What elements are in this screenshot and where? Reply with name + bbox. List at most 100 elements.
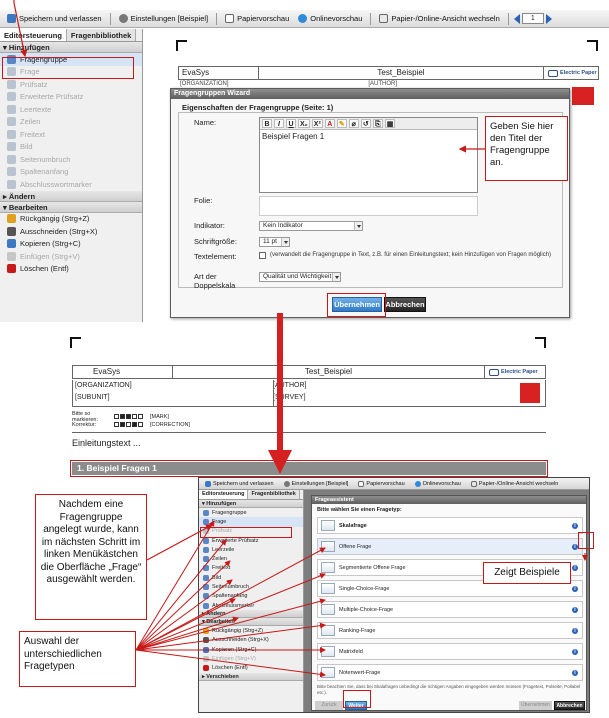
cancel-button[interactable]: Abbrechen xyxy=(384,297,426,312)
section-move-header[interactable]: ▸ Verschieben xyxy=(199,672,303,681)
sidebar-item-delete[interactable]: Löschen (Entf) xyxy=(199,663,303,672)
info-icon[interactable]: i xyxy=(572,523,578,529)
sidebar-item-copy[interactable]: Kopieren (Strg+C) xyxy=(0,238,142,251)
sidebar-item-blank-line[interactable]: Leerzeile xyxy=(199,545,303,554)
callout-examples: Zeigt Beispiele xyxy=(483,562,571,584)
page-select[interactable]: 1 xyxy=(521,13,544,24)
sidebar-item-question[interactable]: Frage xyxy=(199,517,303,527)
page-corner-top-right xyxy=(535,337,546,348)
copy-icon xyxy=(7,239,16,249)
toolbar-separator xyxy=(370,12,372,25)
section-change-header[interactable]: ▸ Ändern xyxy=(0,190,142,202)
sidebar-item-image[interactable]: Bild xyxy=(0,141,142,154)
open-question-icon xyxy=(321,541,335,552)
page-break-icon xyxy=(203,584,209,591)
indicator-select[interactable]: Kein Indikator xyxy=(259,221,363,231)
section-add-header[interactable]: ▾ Hinzufügen xyxy=(0,42,142,53)
toolbar-separator xyxy=(109,12,111,25)
section-edit-header[interactable]: ▾ Bearbeiten xyxy=(199,618,303,627)
sidebar-item-cut[interactable]: Ausschneiden (Strg+X) xyxy=(0,225,142,238)
undo-format-button[interactable]: ↺ xyxy=(360,119,371,128)
sidebar-item-delete[interactable]: Löschen (Entf) xyxy=(0,263,142,276)
folie-input[interactable] xyxy=(259,196,478,216)
info-icon[interactable]: i xyxy=(572,628,578,634)
info-icon[interactable]: i xyxy=(572,649,578,655)
cancel-button[interactable]: Abbrechen xyxy=(554,701,585,710)
question-type-open[interactable]: Offene Frage i xyxy=(317,538,583,555)
question-type-matrix[interactable]: Matrixfeld i xyxy=(317,643,583,660)
question-type-ranking[interactable]: Ranking-Frage i xyxy=(317,622,583,639)
sidebar-item-page-break[interactable]: Seitenumbruch xyxy=(0,153,142,166)
sidebar-item-blank-text[interactable]: Leertexte xyxy=(0,103,142,116)
sidebar-item-undo[interactable]: Rückgängig (Strg+Z) xyxy=(0,213,142,226)
sidebar-item-free-text[interactable]: Freitext xyxy=(199,564,303,573)
name-editor[interactable]: B I U X₂ X² A ✎ ⌀ ↺ ⎘ ▦ Beispiel Fragen … xyxy=(259,117,478,193)
sidebar-item-lines[interactable]: Zeilen xyxy=(0,116,142,129)
preview-organization: [ORGANIZATION] xyxy=(75,382,132,389)
settings-button[interactable]: Einstellungen [Beispiel] xyxy=(281,479,352,489)
highlight-button[interactable]: ✎ xyxy=(336,119,347,128)
sidebar-item-column-start[interactable]: Spaltenanfang xyxy=(0,166,142,179)
sidebar-item-end-marker[interactable]: Abschlussmarker xyxy=(199,601,303,610)
switch-view-button[interactable]: Papier-/Online-Ansicht wechseln xyxy=(468,479,561,489)
apply-button[interactable]: Übernehmen xyxy=(519,701,552,710)
sidebar-item-check[interactable]: Prüfsatz xyxy=(0,78,142,91)
previous-page-icon[interactable] xyxy=(513,13,520,24)
text-element-checkbox[interactable] xyxy=(259,252,266,259)
section-edit-header[interactable]: ▾ Bearbeiten xyxy=(0,201,142,213)
document-icon xyxy=(358,480,365,487)
superscript-button[interactable]: X² xyxy=(311,119,323,128)
correction-row: Korrektur: [CORRECTION] xyxy=(72,422,191,428)
sidebar-item-column-start[interactable]: Spaltenanfang xyxy=(199,592,303,601)
font-size-select[interactable]: 11 pt xyxy=(259,237,290,247)
sidebar-item-paste[interactable]: Einfügen (Strg+V) xyxy=(0,250,142,263)
tab-question-library[interactable]: Fragenbibliothek xyxy=(66,29,137,41)
paste-format-button[interactable]: ⎘ xyxy=(372,119,383,128)
question-type-scale[interactable]: Skalafrage i xyxy=(317,517,583,534)
sidebar-item-undo[interactable]: Rückgängig (Strg+Z) xyxy=(199,626,303,635)
tab-editor-control[interactable]: Editorsteuerung xyxy=(0,29,67,41)
paper-preview-button[interactable]: Papiervorschau xyxy=(355,479,407,489)
scissors-icon xyxy=(203,637,209,644)
page-navigator: 1 xyxy=(513,13,552,24)
sidebar-item-lines[interactable]: Zeilen xyxy=(199,554,303,563)
sidebar-item-end-marker[interactable]: Abschlusswortmarker xyxy=(0,178,142,191)
subscript-button[interactable]: X₂ xyxy=(298,119,310,128)
info-icon[interactable]: i xyxy=(572,607,578,613)
table-button[interactable]: ▦ xyxy=(384,119,396,128)
toolbar-separator xyxy=(507,12,509,25)
clear-format-button[interactable]: ⌀ xyxy=(348,119,359,128)
save-exit-button[interactable]: Speichern und verlassen xyxy=(202,479,277,489)
sidebar-item-cut[interactable]: Ausschneiden (Strg+X) xyxy=(199,636,303,645)
question-type-multiple-choice[interactable]: Multiple-Choice-Frage i xyxy=(317,601,583,618)
info-icon[interactable]: i xyxy=(572,586,578,592)
sidebar-item-free-text[interactable]: Freitext xyxy=(0,128,142,141)
sidebar-item-copy[interactable]: Kopieren (Strg+C) xyxy=(199,645,303,654)
section-add-header[interactable]: ▾ Hinzufügen xyxy=(199,500,303,508)
switch-view-button[interactable]: Papier-/Online-Ansicht wechseln xyxy=(376,12,502,26)
info-icon[interactable]: i xyxy=(572,565,578,571)
section-change-header[interactable]: ▸ Ändern xyxy=(199,610,303,619)
bold-button[interactable]: B xyxy=(262,119,272,128)
info-icon[interactable]: i xyxy=(572,670,578,676)
sidebar-item-extended-check[interactable]: Erweiterte Prüfsatz xyxy=(0,91,142,104)
italic-button[interactable]: I xyxy=(274,119,284,128)
preview-divider xyxy=(273,380,274,406)
back-button[interactable]: Zurück xyxy=(315,701,343,710)
online-preview-button[interactable]: Onlinevorschau xyxy=(412,479,464,489)
tab-question-library[interactable]: Fragenbibliothek xyxy=(248,490,300,499)
question-type-grade[interactable]: Notenwert-Frage i xyxy=(317,664,583,681)
underline-button[interactable]: U xyxy=(286,119,296,128)
next-page-icon[interactable] xyxy=(545,13,552,24)
settings-button[interactable]: Einstellungen [Beispiel] xyxy=(116,12,212,26)
sidebar-item-paste[interactable]: Einfügen (Strg+V) xyxy=(199,654,303,663)
sidebar-item-question-group[interactable]: Fragengruppe xyxy=(199,508,303,517)
tab-editor-control[interactable]: Editorsteuerung xyxy=(199,490,249,499)
save-exit-button[interactable]: Speichern und verlassen xyxy=(4,12,105,26)
sidebar-item-page-break[interactable]: Seitenumbruch xyxy=(199,582,303,591)
text-color-button[interactable]: A xyxy=(324,119,335,128)
paper-preview-button[interactable]: Papiervorschau xyxy=(222,12,292,26)
scale-select[interactable]: Qualität und Wichtigkeit xyxy=(259,272,341,282)
sidebar-item-image[interactable]: Bild xyxy=(199,573,303,582)
online-preview-button[interactable]: Onlinevorschau xyxy=(295,12,365,26)
